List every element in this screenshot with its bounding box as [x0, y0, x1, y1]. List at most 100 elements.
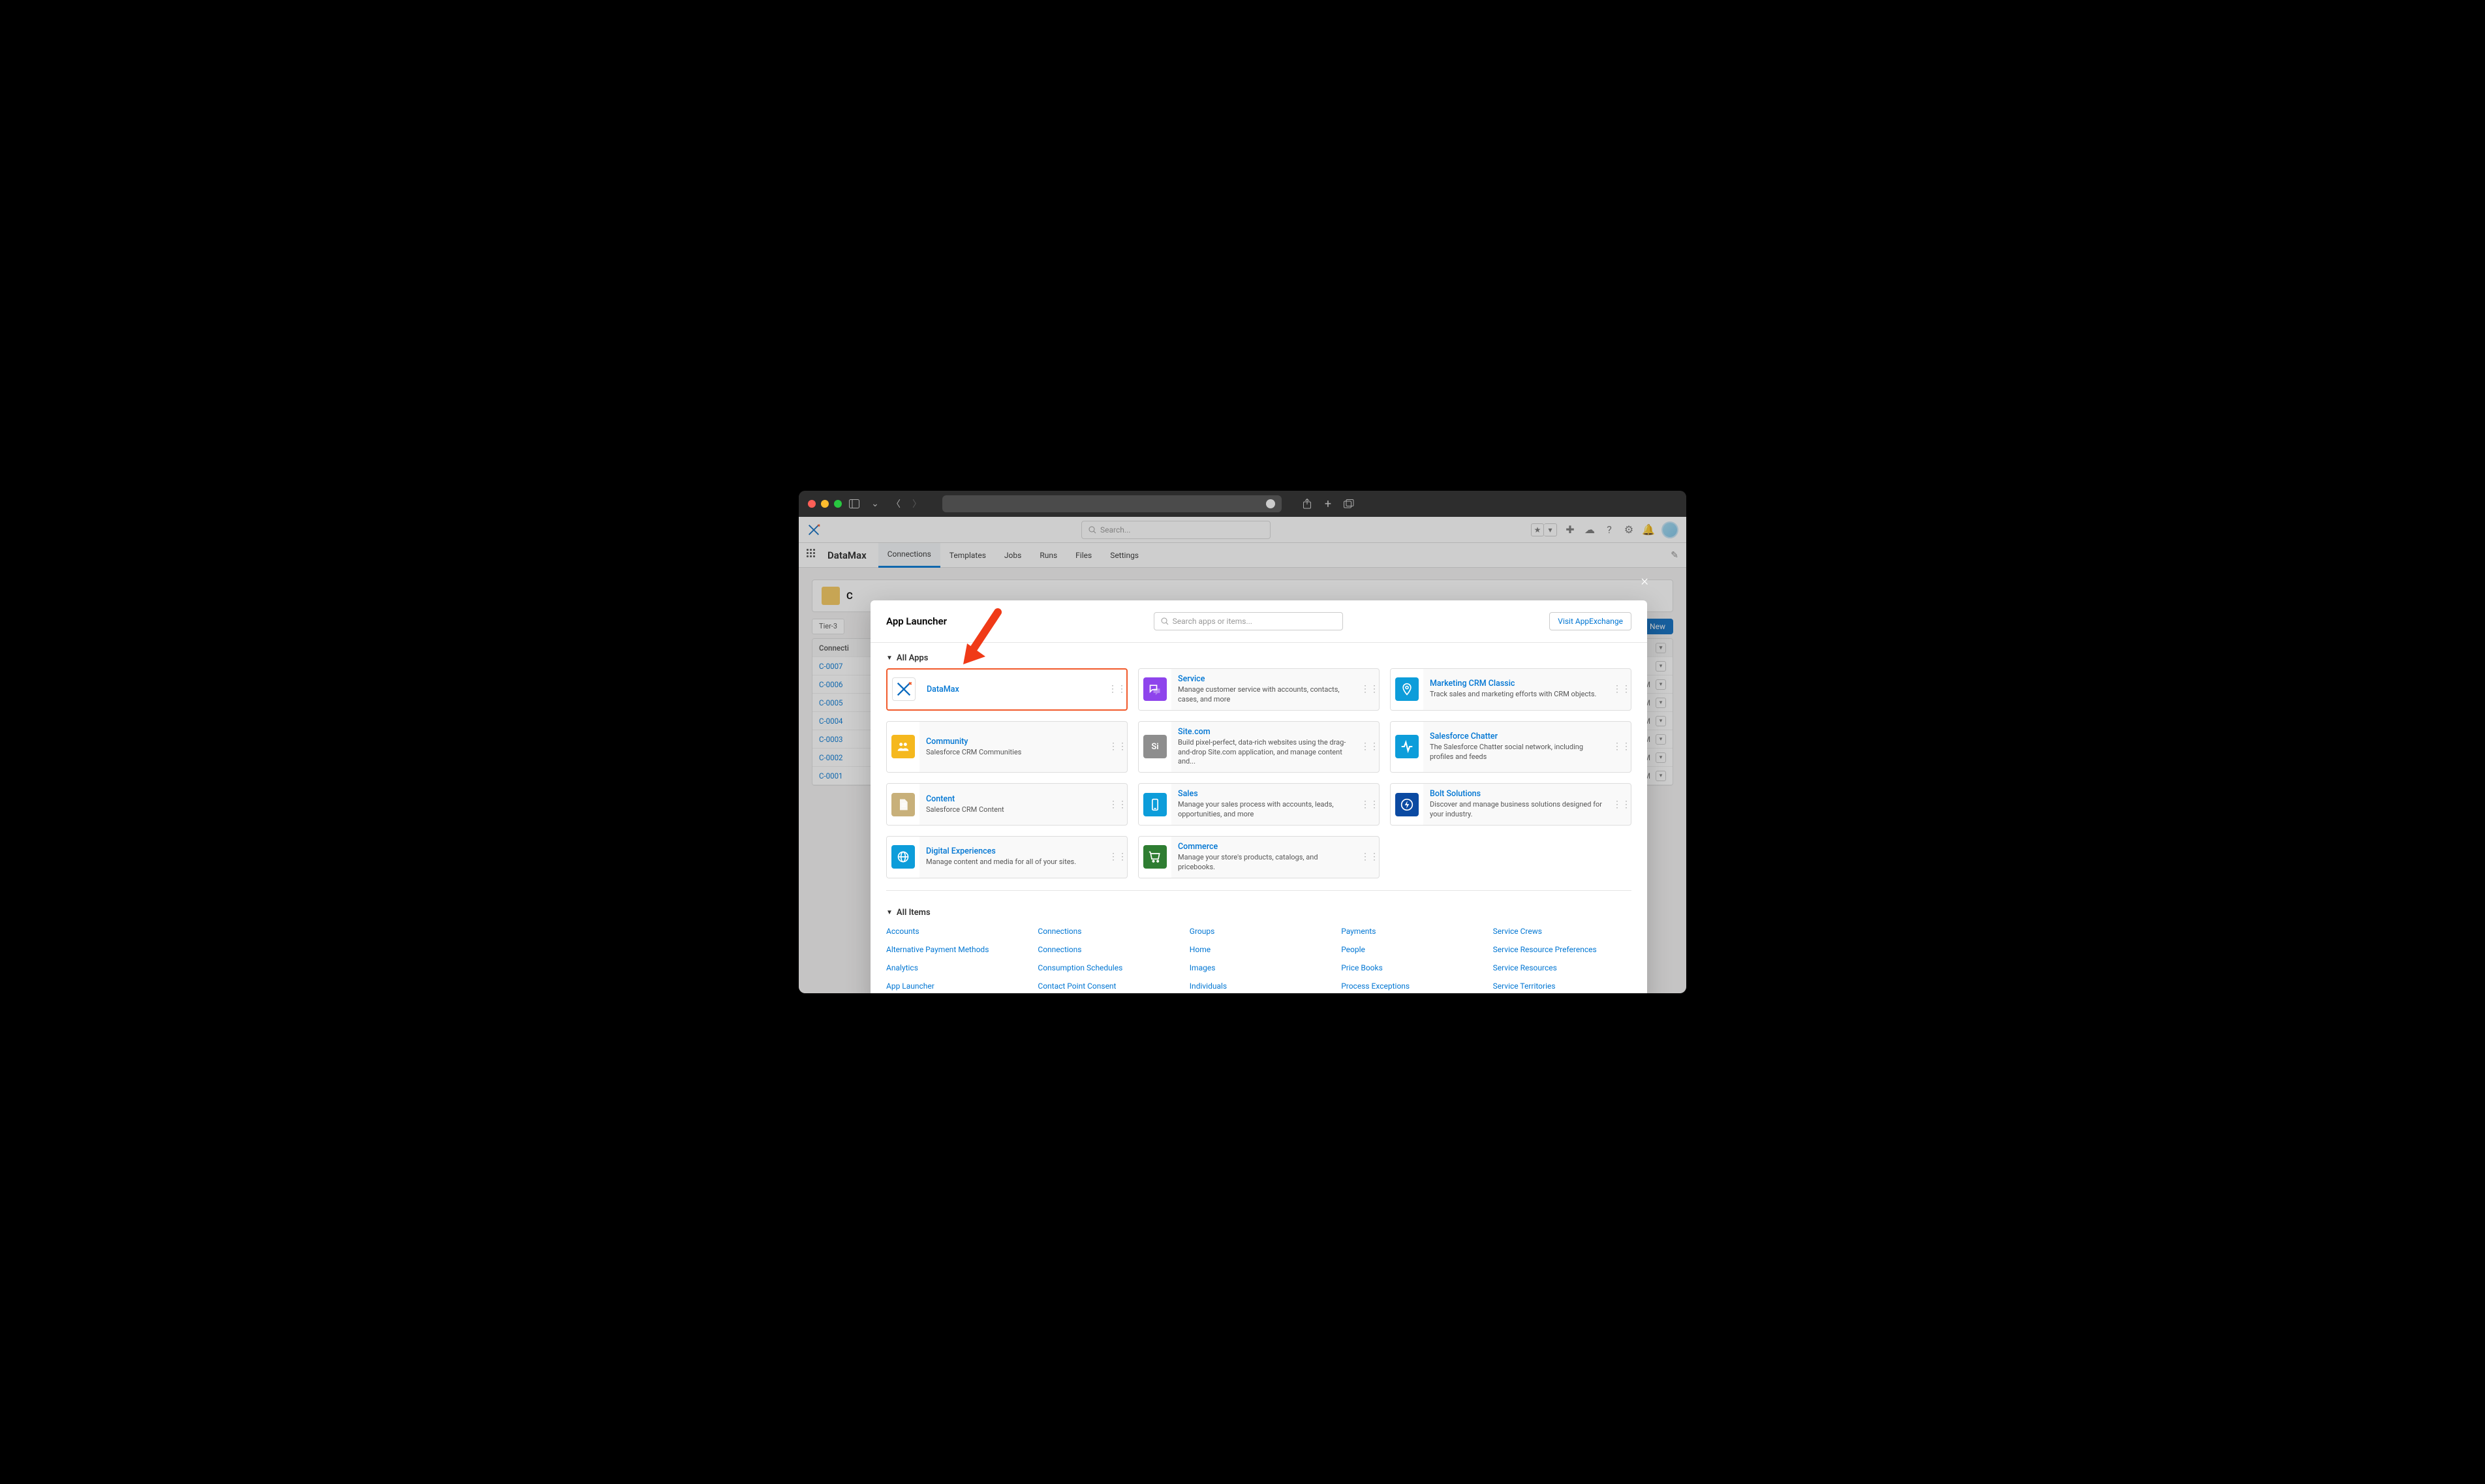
close-modal-icon[interactable]: × — [1641, 573, 1648, 589]
item-link[interactable]: Connections — [1038, 945, 1176, 954]
app-card-service[interactable]: Service Manage customer service with acc… — [1138, 668, 1380, 711]
item-link[interactable]: Service Resources — [1493, 963, 1631, 972]
app-card-title: Salesforce Chatter — [1430, 732, 1606, 741]
app-card-description: Discover and manage business solutions d… — [1430, 800, 1606, 820]
app-card-title: Content — [926, 794, 1102, 804]
app-card-title: DataMax — [927, 685, 1102, 694]
app-card-title: Commerce — [1178, 842, 1354, 852]
app-card-title: Community — [926, 737, 1102, 747]
app-card-marketing-crm-classic[interactable]: Marketing CRM Classic Track sales and ma… — [1390, 668, 1631, 711]
phone-icon — [1143, 793, 1167, 816]
item-link[interactable]: Price Books — [1341, 963, 1479, 972]
maximize-window-button[interactable] — [834, 500, 842, 508]
drag-handle-icon[interactable]: ⋮⋮ — [1109, 837, 1127, 878]
app-card-title: Bolt Solutions — [1430, 789, 1606, 799]
share-icon[interactable] — [1301, 498, 1313, 510]
item-link[interactable]: Groups — [1190, 927, 1328, 936]
item-link[interactable]: People — [1341, 945, 1479, 954]
page-status-icon — [1266, 499, 1275, 508]
app-card-title: Service — [1178, 674, 1354, 684]
app-card-salesforce-chatter[interactable]: Salesforce Chatter The Salesforce Chatte… — [1390, 721, 1631, 773]
item-link[interactable]: Process Exceptions — [1341, 982, 1479, 991]
visit-appexchange-button[interactable]: Visit AppExchange — [1549, 612, 1631, 630]
address-bar[interactable] — [942, 495, 1282, 512]
app-card-description: Manage customer service with accounts, c… — [1178, 685, 1354, 705]
item-link[interactable]: Connections — [1038, 927, 1176, 936]
Si-icon: Si — [1143, 735, 1167, 758]
app-card-datamax[interactable]: DataMax ⋮⋮ — [886, 668, 1128, 711]
item-link[interactable]: Analytics — [886, 963, 1025, 972]
drag-handle-icon[interactable]: ⋮⋮ — [1613, 784, 1631, 825]
app-card-title: Sales — [1178, 789, 1354, 799]
drag-handle-icon[interactable]: ⋮⋮ — [1361, 837, 1379, 878]
app-card-description: Manage your sales process with accounts,… — [1178, 800, 1354, 820]
drag-handle-icon[interactable]: ⋮⋮ — [1361, 722, 1379, 773]
item-link[interactable]: Alternative Payment Methods — [886, 945, 1025, 954]
doc-icon — [891, 793, 915, 816]
item-link[interactable]: Payments — [1341, 927, 1479, 936]
item-link[interactable]: Images — [1190, 963, 1328, 972]
minimize-window-button[interactable] — [821, 500, 829, 508]
drag-handle-icon[interactable]: ⋮⋮ — [1613, 722, 1631, 773]
search-placeholder-text: Search apps or items... — [1173, 617, 1252, 626]
modal-title: App Launcher — [886, 615, 947, 627]
back-button[interactable]: 〈 — [890, 498, 902, 510]
chevron-down-icon[interactable]: ⌄ — [869, 498, 881, 510]
drag-handle-icon[interactable]: ⋮⋮ — [1361, 669, 1379, 710]
app-card-description: Manage content and media for all of your… — [926, 858, 1102, 867]
chevron-down-icon: ▼ — [886, 655, 893, 662]
item-link[interactable]: Accounts — [886, 927, 1025, 936]
browser-titlebar: ⌄ 〈 〉 + — [799, 491, 1686, 517]
item-link[interactable]: Home — [1190, 945, 1328, 954]
app-card-title: Digital Experiences — [926, 846, 1102, 856]
tabs-overview-icon[interactable] — [1343, 498, 1355, 510]
pin-icon — [1395, 677, 1419, 701]
bolt-icon — [1395, 793, 1419, 816]
drag-handle-icon[interactable]: ⋮⋮ — [1613, 669, 1631, 710]
traffic-lights — [808, 500, 842, 508]
globe-icon — [891, 845, 915, 869]
app-card-description: Manage your store's products, catalogs, … — [1178, 853, 1354, 873]
forward-button: 〉 — [911, 498, 923, 510]
app-card-title: Site.com — [1178, 727, 1354, 737]
app-card-description: Salesforce CRM Content — [926, 805, 1102, 815]
item-link[interactable]: Consumption Schedules — [1038, 963, 1176, 972]
drag-handle-icon[interactable]: ⋮⋮ — [1361, 784, 1379, 825]
app-card-description: Salesforce CRM Communities — [926, 748, 1102, 758]
all-items-section-header[interactable]: ▼ All Items — [886, 903, 1631, 923]
app-card-content[interactable]: Content Salesforce CRM Content ⋮⋮ — [886, 783, 1128, 826]
app-card-bolt-solutions[interactable]: Bolt Solutions Discover and manage busin… — [1390, 783, 1631, 826]
item-link[interactable]: App Launcher — [886, 982, 1025, 991]
chevron-down-icon: ▼ — [886, 909, 893, 916]
app-card-digital-experiences[interactable]: Digital Experiences Manage content and m… — [886, 836, 1128, 878]
app-launcher-search-input[interactable]: Search apps or items... — [1154, 612, 1343, 630]
drag-handle-icon[interactable]: ⋮⋮ — [1109, 722, 1127, 773]
item-link[interactable]: Service Resource Preferences — [1493, 945, 1631, 954]
chat-icon — [1143, 677, 1167, 701]
app-card-description: Track sales and marketing efforts with C… — [1430, 690, 1606, 700]
app-card-site-com[interactable]: Si Site.com Build pixel-perfect, data-ri… — [1138, 721, 1380, 773]
drag-handle-icon[interactable]: ⋮⋮ — [1108, 670, 1126, 709]
app-launcher-modal: × App Launcher Search apps or items... V… — [871, 600, 1647, 993]
drag-handle-icon[interactable]: ⋮⋮ — [1109, 784, 1127, 825]
app-card-sales[interactable]: Sales Manage your sales process with acc… — [1138, 783, 1380, 826]
sidebar-toggle-icon[interactable] — [848, 498, 860, 510]
close-window-button[interactable] — [808, 500, 816, 508]
app-card-commerce[interactable]: Commerce Manage your store's products, c… — [1138, 836, 1380, 878]
item-link[interactable]: Service Territories — [1493, 982, 1631, 991]
datamax-icon — [892, 677, 916, 701]
app-card-description: The Salesforce Chatter social network, i… — [1430, 743, 1606, 762]
pulse-icon — [1395, 735, 1419, 758]
search-icon — [1161, 617, 1169, 625]
divider — [886, 890, 1631, 891]
app-card-description: Build pixel-perfect, data-rich websites … — [1178, 738, 1354, 767]
app-card-community[interactable]: Community Salesforce CRM Communities ⋮⋮ — [886, 721, 1128, 773]
item-link[interactable]: Contact Point Consent — [1038, 982, 1176, 991]
item-link[interactable]: Individuals — [1190, 982, 1328, 991]
people-icon — [891, 735, 915, 758]
all-apps-section-header[interactable]: ▼ All Apps — [886, 648, 1631, 668]
app-card-title: Marketing CRM Classic — [1430, 679, 1606, 688]
item-link[interactable]: Service Crews — [1493, 927, 1631, 936]
new-tab-icon[interactable]: + — [1322, 498, 1334, 510]
cart-icon — [1143, 845, 1167, 869]
